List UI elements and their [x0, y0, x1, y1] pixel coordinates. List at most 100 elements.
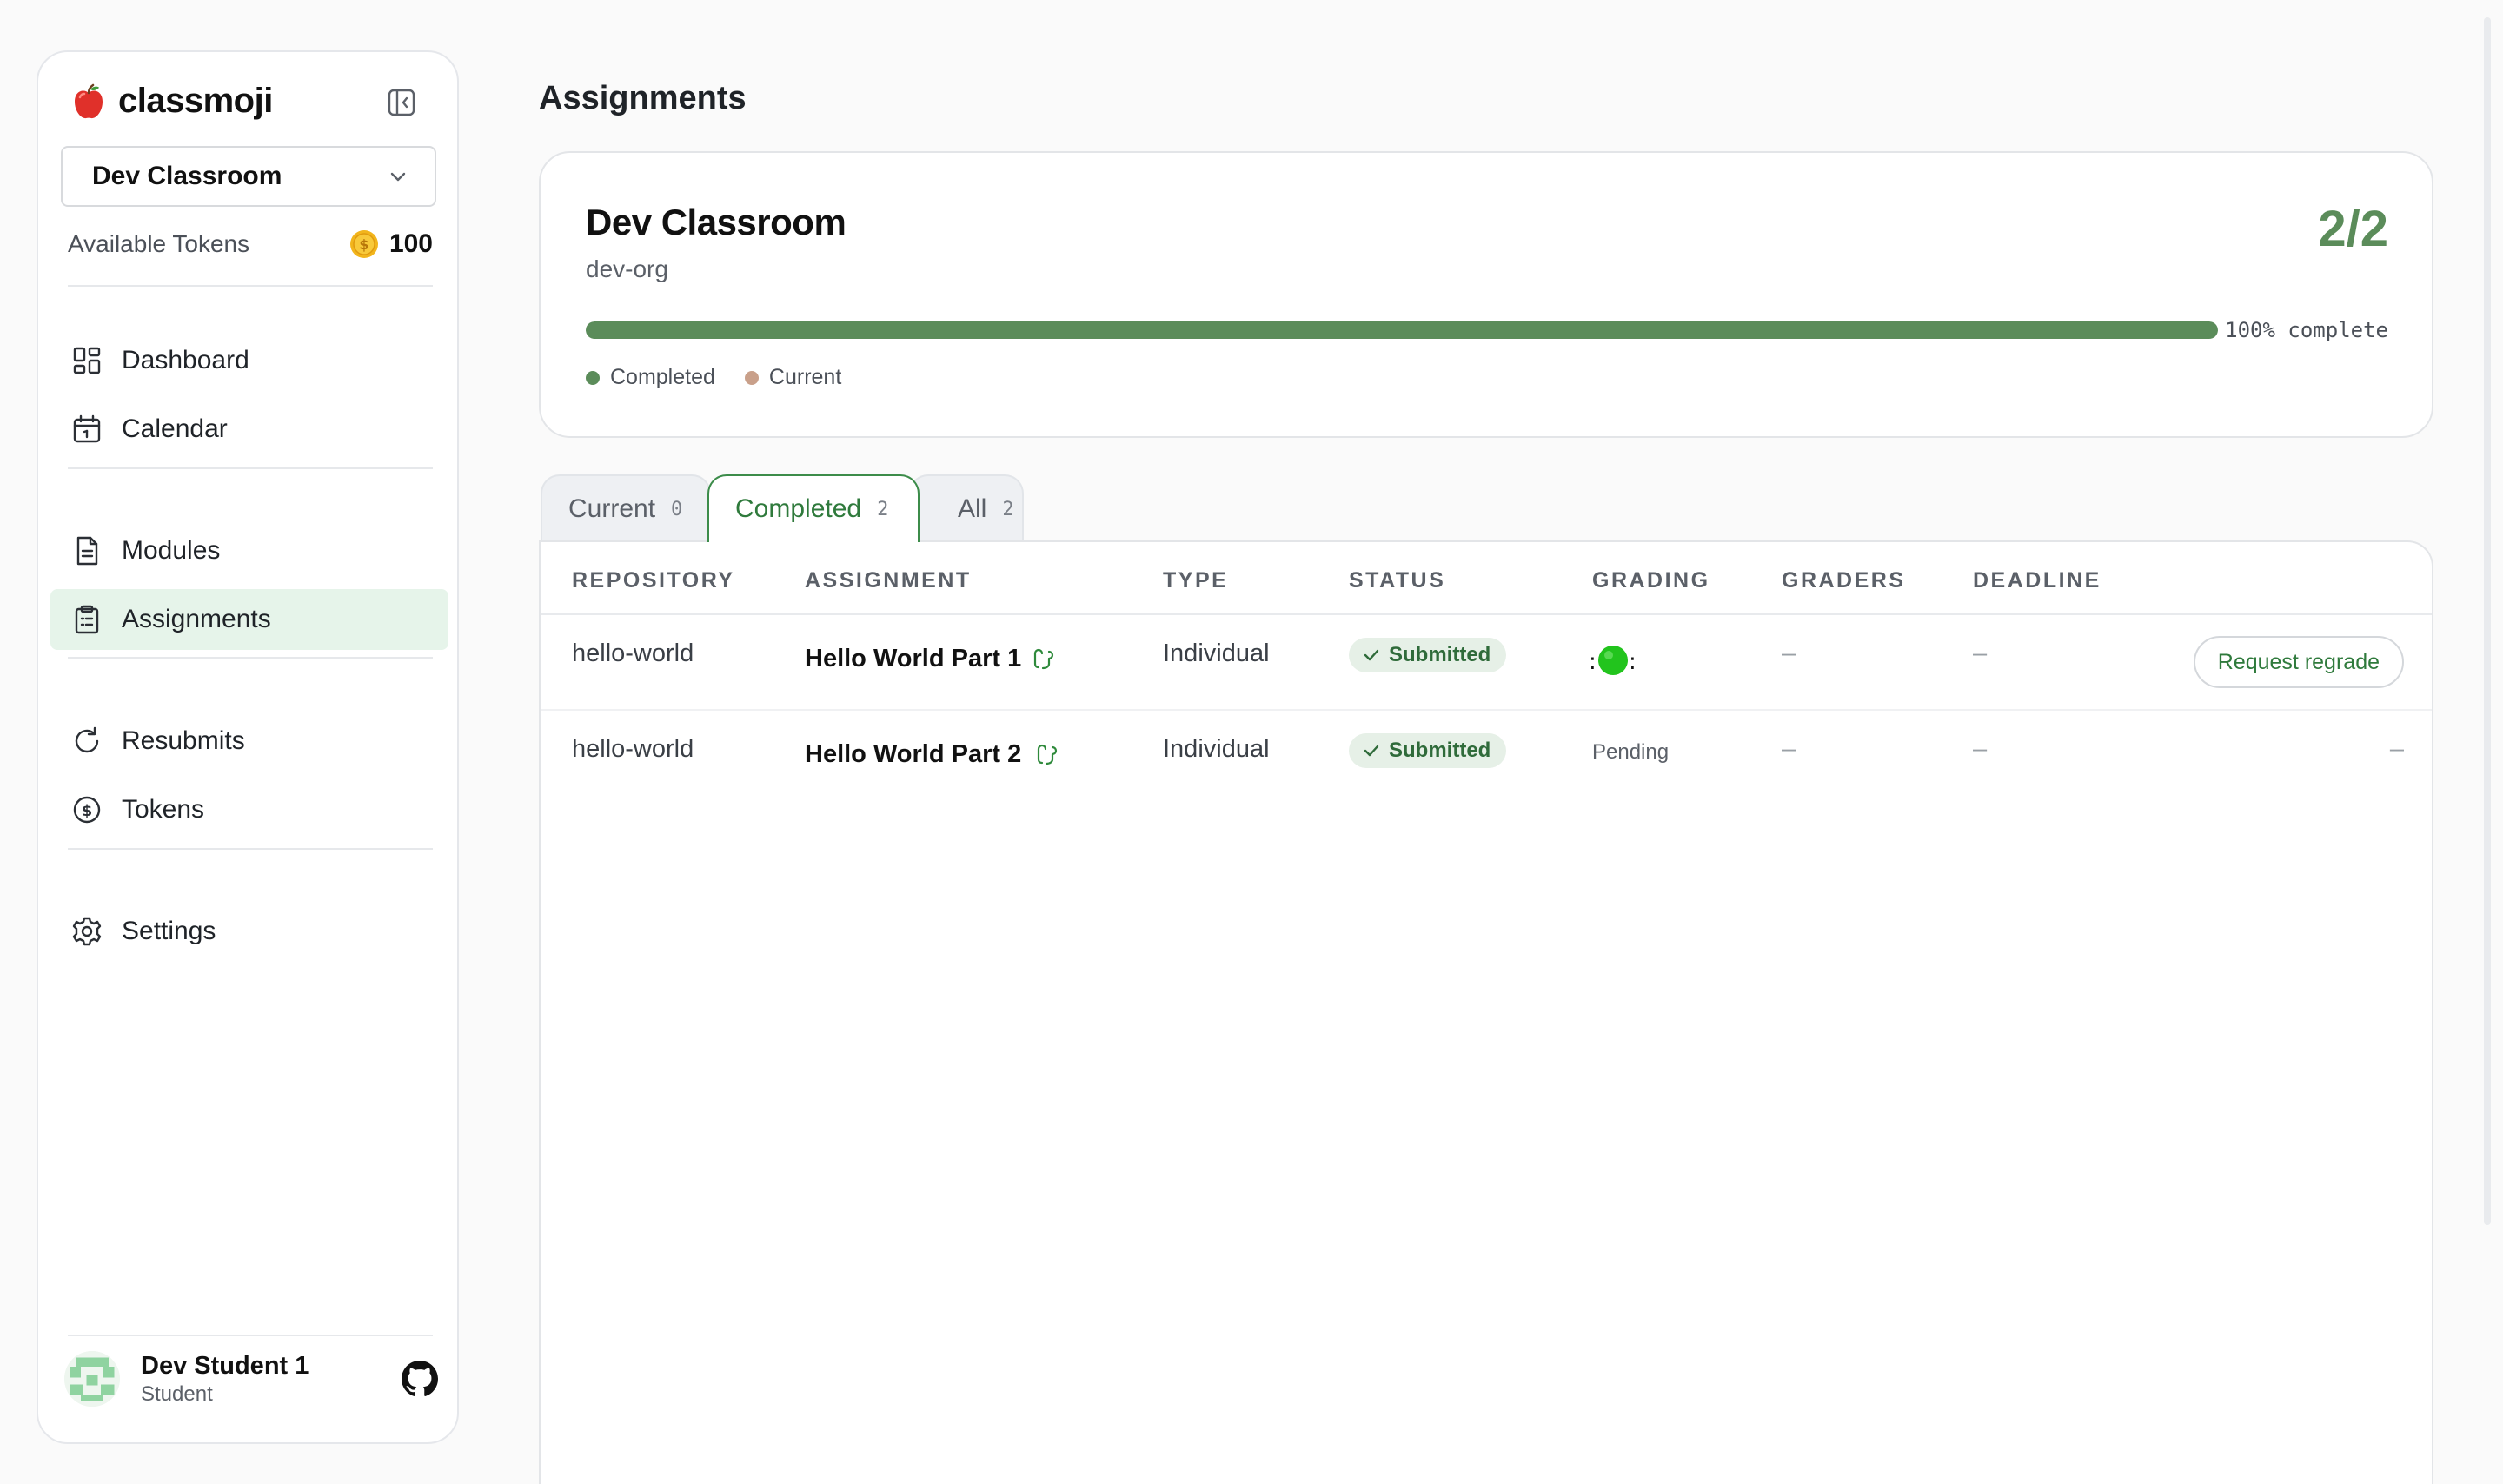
svg-text:$: $: [359, 236, 368, 253]
sidebar-item-modules[interactable]: Modules: [50, 520, 448, 581]
table-row[interactable]: hello-world Hello World Part 2 Individua…: [541, 711, 2432, 806]
classroom-progress-card: Dev Classroom dev-org 2/2 100% complete …: [539, 151, 2433, 438]
classroom-select-value: Dev Classroom: [92, 162, 282, 190]
table-row[interactable]: hello-world Hello World Part 1 Individua…: [541, 615, 2432, 711]
github-icon[interactable]: [402, 1361, 438, 1397]
classroom-org: dev-org: [586, 255, 668, 282]
status-label: Submitted: [1389, 643, 1491, 666]
divider: [68, 467, 433, 469]
type-cell: Individual: [1163, 639, 1270, 667]
svg-text::: :: [1589, 649, 1597, 675]
assignment-cell[interactable]: Hello World Part 2: [805, 740, 1021, 769]
check-icon: [1364, 649, 1379, 661]
assignment-cell[interactable]: Hello World Part 1: [805, 645, 1021, 673]
progress-bar-fill: [586, 321, 2218, 339]
tab-completed[interactable]: Completed 2: [707, 474, 920, 542]
calendar-icon: [73, 414, 101, 443]
svg-text::: :: [1629, 649, 1637, 675]
progress-bar: [586, 321, 2218, 339]
sidebar-item-calendar[interactable]: Calendar: [50, 399, 448, 460]
green-circle-emoji-icon: : :: [1589, 646, 1637, 675]
legend-current: Current: [744, 365, 842, 390]
status-badge: Submitted: [1349, 733, 1507, 768]
column-header-assignment[interactable]: Assignment: [805, 568, 972, 593]
graders-cell: –: [1782, 639, 1796, 667]
deadline-cell: –: [1973, 639, 1988, 667]
svg-text:$: $: [82, 802, 93, 820]
repository-cell[interactable]: hello-world: [572, 735, 694, 764]
type-cell: Individual: [1163, 735, 1270, 763]
gear-icon: [72, 917, 102, 946]
column-header-grading[interactable]: Grading: [1592, 568, 1710, 593]
github-repo-icon[interactable]: [1032, 646, 1055, 672]
sidebar-item-tokens[interactable]: $ Tokens: [50, 779, 448, 840]
status-label: Submitted: [1389, 739, 1491, 762]
tab-count: 2: [877, 498, 889, 520]
legend-label: Current: [768, 365, 842, 389]
column-header-deadline[interactable]: Deadline: [1973, 568, 2101, 593]
tab-count: 2: [1002, 498, 1014, 520]
legend-label: Completed: [610, 365, 715, 389]
request-regrade-button[interactable]: Request regrade: [2193, 636, 2404, 688]
legend-dot-current: [744, 370, 759, 385]
tab-count: 0: [671, 498, 683, 520]
brand[interactable]: classmoji: [70, 82, 273, 121]
sidebar-item-assignments[interactable]: Assignments: [50, 589, 448, 650]
github-repo-icon[interactable]: [1036, 742, 1059, 768]
collapse-sidebar-icon[interactable]: [386, 87, 417, 118]
classroom-select[interactable]: Dev Classroom: [61, 146, 436, 207]
legend-completed: Completed: [586, 365, 715, 390]
apple-logo-icon: [75, 83, 103, 118]
tab-label: All: [958, 494, 987, 523]
status-badge: Submitted: [1349, 638, 1507, 672]
dollar-circle-icon: $: [73, 796, 101, 824]
legend-dot-completed: [586, 370, 600, 385]
user-profile[interactable]: Dev Student 1 Student: [64, 1340, 438, 1418]
user-info: Dev Student 1 Student: [141, 1352, 309, 1407]
tab-label: Current: [568, 494, 656, 523]
divider: [68, 1335, 433, 1336]
divider: [68, 657, 433, 659]
page-scrollbar[interactable]: [2484, 17, 2491, 1225]
sidebar-item-label: Resubmits: [122, 726, 245, 755]
check-icon: [1364, 745, 1379, 757]
tab-current[interactable]: Current 0: [541, 474, 711, 542]
refresh-icon: [75, 726, 99, 753]
column-header-graders[interactable]: Graders: [1782, 568, 1906, 593]
classroom-name: Dev Classroom: [586, 202, 847, 242]
progress-text: 100% complete: [2225, 318, 2388, 342]
tab-label: Completed: [735, 494, 862, 523]
sidebar-item-resubmits[interactable]: Resubmits: [50, 711, 448, 772]
sidebar-item-label: Settings: [122, 917, 216, 945]
deadline-cell: –: [1973, 735, 1988, 763]
repository-cell[interactable]: hello-world: [572, 639, 694, 668]
tokens-balance: $ 100: [349, 229, 433, 259]
user-role: Student: [141, 1381, 213, 1406]
divider: [68, 848, 433, 850]
assignments-table: Repository Assignment Type Status Gradin…: [539, 540, 2433, 1484]
sidebar-item-label: Modules: [122, 536, 221, 565]
sidebar: classmoji Dev Classroom Available Tokens…: [37, 50, 459, 1444]
tab-all[interactable]: All 2: [909, 474, 1024, 542]
user-name: Dev Student 1: [141, 1351, 309, 1380]
page-title: Assignments: [539, 80, 747, 116]
sidebar-item-dashboard[interactable]: Dashboard: [50, 330, 448, 391]
graders-cell: –: [1782, 735, 1796, 763]
clipboard-icon: [75, 605, 99, 634]
coin-icon: $: [349, 230, 378, 258]
sidebar-item-label: Tokens: [122, 795, 205, 824]
sidebar-item-label: Assignments: [122, 605, 271, 633]
column-header-repository[interactable]: Repository: [572, 568, 735, 593]
column-header-status[interactable]: Status: [1349, 568, 1445, 593]
progress-legend: Completed Current: [586, 365, 841, 390]
action-cell: –: [2389, 735, 2404, 763]
tokens-value: 100: [388, 229, 433, 258]
column-header-type[interactable]: Type: [1163, 568, 1228, 593]
brand-name: classmoji: [118, 82, 273, 120]
completion-count: 2/2: [2318, 201, 2388, 257]
sidebar-item-settings[interactable]: Settings: [50, 901, 448, 962]
sidebar-item-label: Dashboard: [122, 346, 249, 374]
available-tokens: Available Tokens $ 100: [68, 229, 433, 259]
document-icon: [76, 536, 98, 566]
grading-cell: Pending: [1592, 740, 1670, 764]
